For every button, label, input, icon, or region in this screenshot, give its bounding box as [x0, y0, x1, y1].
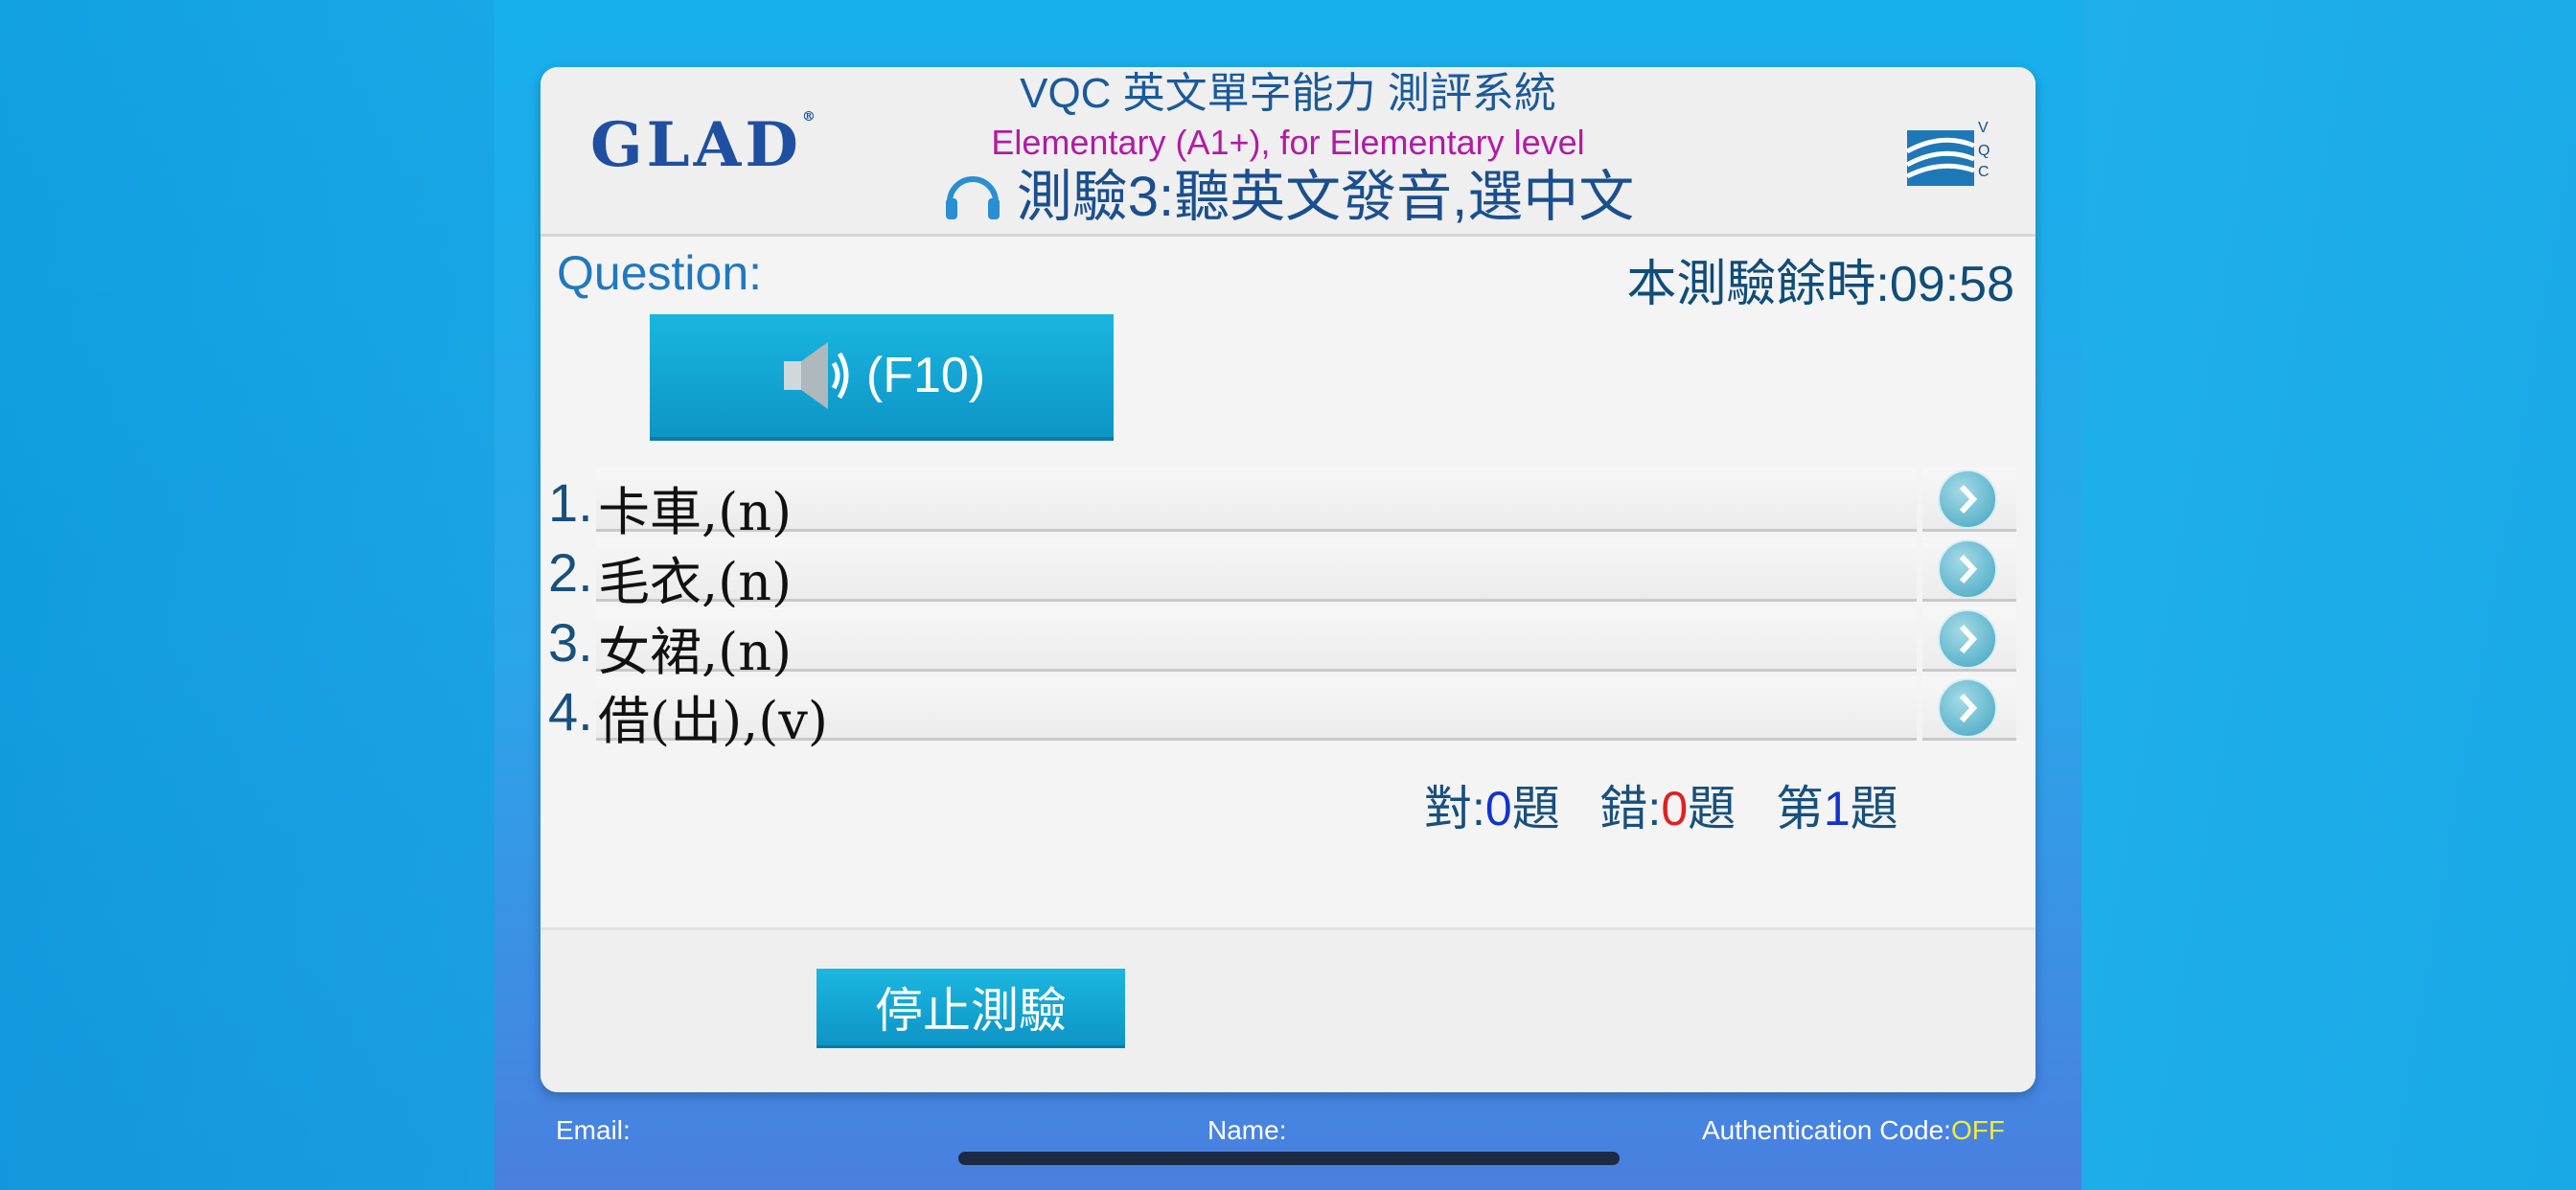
home-indicator[interactable] — [958, 1152, 1620, 1165]
headphones-icon — [945, 176, 1000, 219]
option-text: 卡車,(n) — [598, 482, 793, 542]
background-pattern — [0, 0, 494, 1190]
option-select-button[interactable] — [1922, 676, 2016, 741]
correct-label: 對: — [1424, 782, 1485, 835]
quiz-header: GLAD® VQC 英文單字能力 測評系統 Elementary (A1+), … — [540, 67, 2036, 237]
test-name: 測驗3:聽英文發音,選中文 — [540, 163, 2036, 232]
question-index-unit: 題 — [1850, 782, 1898, 835]
action-bar: 停止測驗 — [540, 927, 2036, 1092]
option-select-button[interactable] — [1922, 607, 2016, 672]
wrong-unit: 題 — [1688, 782, 1736, 835]
wrong-count: 0 — [1661, 782, 1689, 835]
quiz-panel: GLAD® VQC 英文單字能力 測評系統 Elementary (A1+), … — [540, 67, 2036, 1092]
wrong-label: 錯: — [1599, 782, 1662, 835]
chevron-right-icon — [1938, 609, 1997, 669]
authentication-code: Authentication Code:OFF — [1702, 1115, 2005, 1146]
option-number: 3. — [548, 612, 593, 673]
chevron-right-icon — [1938, 539, 1997, 599]
question-label: Question: — [557, 246, 763, 300]
score-summary: 對:0題 錯:0題 第1題 — [1424, 770, 1898, 839]
auth-value: OFF — [1950, 1115, 2005, 1145]
chevron-right-icon — [1938, 678, 1997, 738]
option-text: 借(出),(v) — [598, 691, 828, 751]
level-subtitle: Elementary (A1+), for Elementary level — [991, 123, 1585, 162]
option-select-button[interactable] — [1922, 538, 2016, 602]
speaker-icon — [783, 342, 849, 409]
question-index: 1 — [1823, 782, 1851, 835]
option-select-button[interactable] — [1922, 468, 2016, 532]
test-name-text: 測驗3:聽英文發音,選中文 — [1016, 166, 1635, 228]
option-text: 毛衣,(n) — [598, 552, 793, 612]
book-logo-icon: V Q C — [1905, 120, 1990, 186]
question-index-label: 第 — [1775, 782, 1824, 835]
answer-option-3[interactable]: 3. 女裙,(n) — [548, 607, 2024, 682]
option-text: 女裙,(n) — [598, 622, 793, 682]
chevron-right-icon — [1938, 469, 1997, 529]
option-number: 1. — [548, 472, 593, 533]
correct-count: 0 — [1484, 782, 1512, 835]
svg-text:Q: Q — [1978, 143, 1990, 159]
play-sound-button[interactable]: (F10) — [650, 314, 1114, 441]
system-title: VQC 英文單字能力 測評系統 — [1020, 70, 1556, 117]
auth-label: Authentication Code: — [1702, 1115, 1951, 1145]
correct-unit: 題 — [1511, 782, 1560, 835]
name-label: Name: — [1208, 1115, 1287, 1145]
answer-option-4[interactable]: 4. 借(出),(v) — [548, 676, 2024, 751]
option-bar[interactable] — [596, 607, 1917, 672]
option-number: 4. — [548, 681, 593, 742]
option-bar[interactable] — [596, 468, 1917, 532]
answer-option-2[interactable]: 2. 毛衣,(n) — [548, 538, 2024, 612]
svg-text:C: C — [1978, 164, 1990, 180]
stop-test-button[interactable]: 停止測驗 — [816, 969, 1125, 1048]
answer-option-1[interactable]: 1. 卡車,(n) — [548, 468, 2024, 542]
svg-text:V: V — [1978, 120, 1989, 136]
play-sound-label: (F10) — [865, 348, 986, 403]
option-bar[interactable] — [596, 538, 1917, 602]
remaining-time: 本測驗餘時:09:58 — [1626, 257, 2014, 312]
option-number: 2. — [548, 542, 593, 603]
email-label: Email: — [556, 1115, 631, 1145]
